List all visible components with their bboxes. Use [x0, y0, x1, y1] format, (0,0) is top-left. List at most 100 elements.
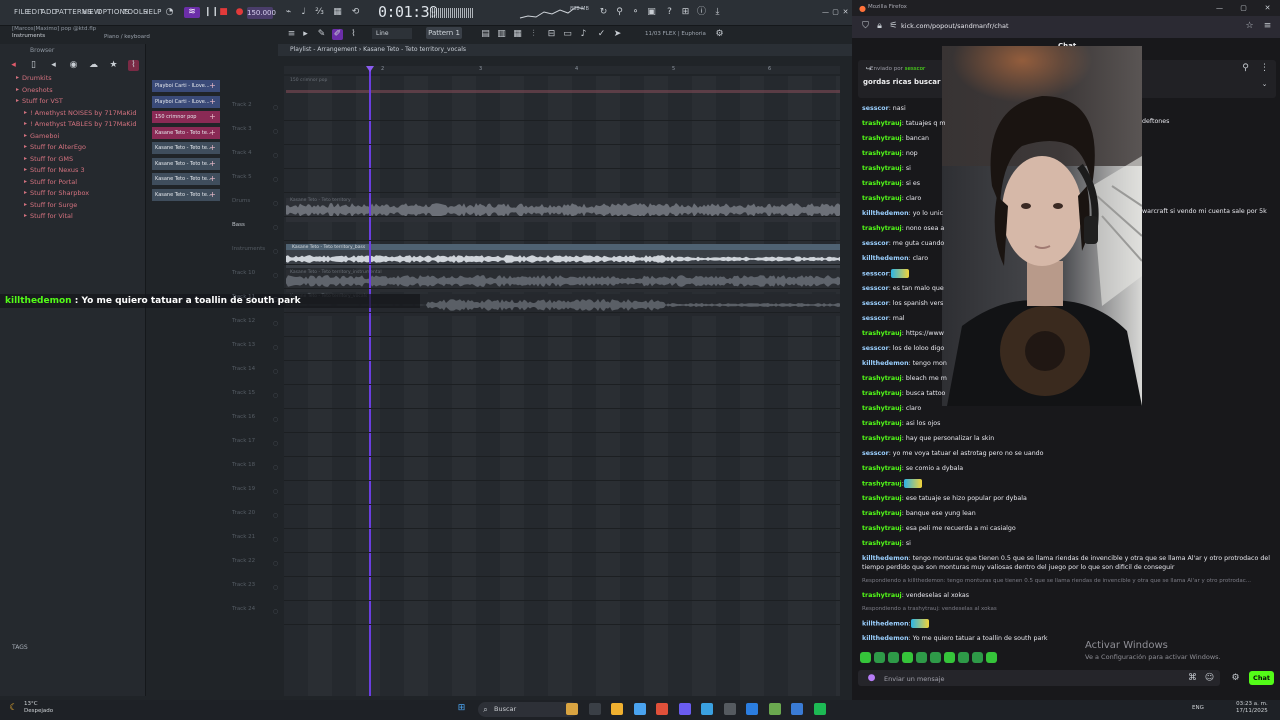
pencil-tool-icon[interactable]: ✐ — [332, 29, 343, 40]
mic-icon[interactable]: ⚬ — [630, 7, 641, 18]
plug-icon[interactable]: ◉ — [68, 60, 79, 71]
quick-emote-icon[interactable] — [958, 652, 969, 663]
chat-username[interactable]: killthedemon — [862, 360, 909, 367]
tuner-icon[interactable]: ✓ — [596, 29, 607, 40]
chat-message[interactable]: sesscor: los de loloo digo — [862, 344, 1274, 353]
chat-username[interactable]: trashytrauj — [862, 510, 902, 517]
chat-message[interactable]: killthedemon: — [862, 619, 1274, 629]
bookmark-star-icon[interactable]: ☆ — [1244, 21, 1255, 32]
emoji-icon[interactable]: ☺ — [1204, 673, 1215, 684]
taskbar-app-icon[interactable] — [746, 703, 758, 715]
track-name[interactable]: Track 12 — [232, 318, 255, 324]
chat-message[interactable]: sesscor: — [862, 269, 1274, 279]
unpin-icon[interactable]: ⚲ — [1240, 63, 1251, 74]
track-mute-icon[interactable]: ○ — [270, 126, 281, 137]
chat-username[interactable]: trashytrauj — [862, 120, 902, 127]
chat-message[interactable]: killthedemon: yo lo unic — [862, 209, 1274, 218]
track-name[interactable]: Bass — [232, 222, 245, 228]
add-icon[interactable]: + — [207, 111, 218, 122]
menu-icon[interactable]: ≡ — [286, 29, 297, 40]
quick-emote-icon[interactable] — [902, 652, 913, 663]
track-name[interactable]: Track 24 — [232, 606, 255, 612]
chat-message[interactable]: sesscor: nasi — [862, 104, 1274, 113]
playlist-grid[interactable] — [284, 76, 840, 696]
chat-username[interactable]: trashytrauj — [862, 435, 902, 442]
draw-icon[interactable]: ✎ — [316, 29, 327, 40]
brush-tool-icon[interactable]: ⌇ — [348, 29, 359, 40]
play-icon[interactable]: ▸ — [300, 29, 311, 40]
track-mute-icon[interactable]: ○ — [270, 342, 281, 353]
mic-input-icon[interactable]: ● — [866, 673, 877, 684]
quick-emote-icon[interactable] — [930, 652, 941, 663]
track-mute-icon[interactable]: ○ — [270, 486, 281, 497]
track-mute-icon[interactable]: ○ — [270, 150, 281, 161]
link-icon[interactable]: ⚲ — [614, 7, 625, 18]
chat-message[interactable]: trashytrauj: vendeselas al xokas — [862, 591, 1274, 600]
track-mute-icon[interactable]: ○ — [270, 102, 281, 113]
track-mute-icon[interactable]: ○ — [270, 510, 281, 521]
taskbar-app-icon[interactable] — [723, 703, 736, 715]
add-icon[interactable]: + — [207, 80, 218, 91]
track-name[interactable]: Track 19 — [232, 486, 255, 492]
track-mute-icon[interactable]: ○ — [270, 318, 281, 329]
browser-item[interactable]: Oneshots — [22, 86, 53, 94]
chat-message[interactable]: trashytrauj: se comio a dybala — [862, 464, 1274, 473]
record-mode-icon[interactable]: ≋ — [184, 7, 200, 18]
chat-username[interactable]: killthedemon — [862, 621, 909, 628]
arrow-left-icon[interactable]: ◂ — [8, 60, 19, 71]
browser-item[interactable]: Drumkits — [22, 74, 52, 82]
download-icon[interactable]: ⤓ — [712, 7, 723, 18]
snap-selector[interactable]: Line — [372, 28, 412, 39]
add-icon[interactable]: + — [207, 173, 218, 184]
chat-username[interactable]: sesscor — [862, 300, 889, 307]
loop-record-icon[interactable]: ⟲ — [350, 7, 361, 18]
pattern-selector[interactable]: Pattern 1 — [426, 27, 462, 39]
chat-message[interactable]: trashytrauj: claro — [862, 404, 1274, 413]
windows-start-icon[interactable]: ⊞ — [456, 703, 467, 714]
chat-message[interactable]: sesscor: me guta cuando — [862, 239, 1274, 248]
taskbar-app-icon[interactable] — [791, 703, 803, 715]
chat-message[interactable]: trashytrauj: — [862, 479, 1274, 489]
track-name[interactable]: Track 18 — [232, 462, 255, 468]
chat-username[interactable]: trashytrauj — [862, 390, 902, 397]
taskbar-search[interactable] — [478, 702, 578, 717]
refresh-icon[interactable]: ↻ — [598, 7, 609, 18]
track-mute-icon[interactable]: ○ — [270, 366, 281, 377]
track-name[interactable]: Track 15 — [232, 390, 255, 396]
chat-username[interactable]: trashytrauj — [862, 150, 902, 157]
track-mute-icon[interactable]: ○ — [270, 438, 281, 449]
tags-label[interactable]: TAGS — [12, 644, 28, 651]
chat-message[interactable]: trashytrauj: ese tatuaje se hizo popular… — [862, 494, 1274, 503]
chat-message[interactable]: killthedemon: tengo mon — [862, 359, 1274, 368]
browser-item[interactable]: Stuff for Portal — [30, 178, 77, 186]
browser-item[interactable]: Stuff for Sharpbox — [30, 189, 89, 197]
playlist-icon[interactable]: ▦ — [512, 29, 523, 40]
chat-username[interactable]: killthedemon — [862, 210, 909, 217]
chat-message[interactable]: trashytrauj: bancan — [862, 134, 1274, 143]
chat-message[interactable]: trashytrauj: esa peli me recuerda a mi c… — [862, 524, 1274, 533]
step-icon[interactable]: ♩ — [298, 7, 309, 18]
track-mute-icon[interactable]: ○ — [270, 294, 281, 305]
ff-minimize-icon[interactable]: — — [1214, 3, 1225, 14]
track-name[interactable]: Drums — [232, 198, 250, 204]
piano-roll-icon[interactable]: ▥ — [496, 29, 507, 40]
chat-username[interactable]: sesscor — [862, 450, 889, 457]
chat-message[interactable]: killthedemon: tengo monturas que tienen … — [862, 554, 1274, 572]
chat-message[interactable]: trashytrauj: nono osea a — [862, 224, 1274, 233]
chat-username[interactable]: trashytrauj — [862, 465, 902, 472]
quick-emote-icon[interactable] — [874, 652, 885, 663]
ff-close-icon[interactable]: ✕ — [1262, 3, 1273, 14]
chat-username[interactable]: trashytrauj — [862, 375, 902, 382]
taskbar-app-icon[interactable] — [678, 703, 691, 715]
chat-username[interactable]: sesscor — [862, 240, 889, 247]
playhead-marker[interactable] — [366, 66, 374, 72]
taskbar-app-icon[interactable] — [566, 703, 578, 715]
track-mute-icon[interactable]: ○ — [270, 606, 281, 617]
chat-message[interactable]: trashytrauj: asi los ojos — [862, 419, 1274, 428]
chat-message[interactable]: killthedemon: claro — [862, 254, 1274, 263]
tempo-display[interactable]: 150.000 — [247, 7, 276, 19]
star-icon[interactable]: ★ — [108, 60, 119, 71]
track-mute-icon[interactable]: ○ — [270, 462, 281, 473]
stop-icon[interactable]: ■ — [218, 7, 229, 18]
add-icon[interactable]: + — [207, 127, 218, 138]
